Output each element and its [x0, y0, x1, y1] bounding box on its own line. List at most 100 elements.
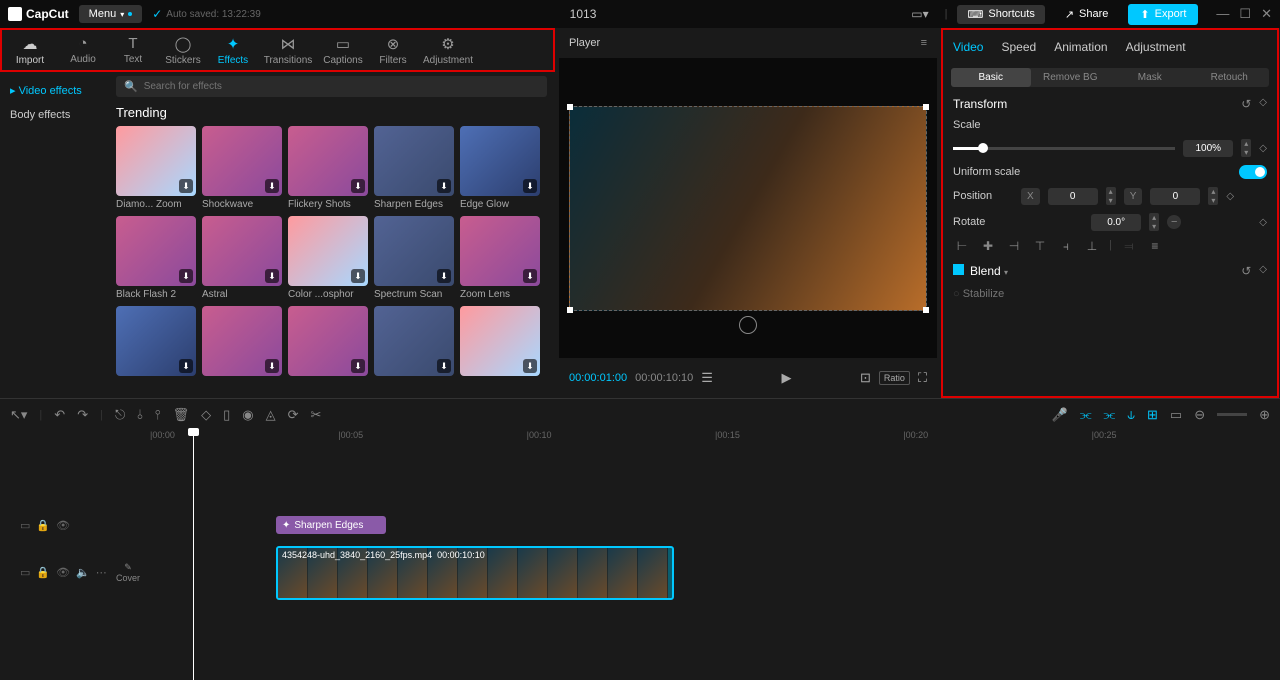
effect-item[interactable]: ⬇Sharpen Edges [374, 126, 454, 210]
preview-area[interactable] [559, 58, 937, 358]
share-button[interactable]: ↗Share [1055, 5, 1119, 24]
undo-icon[interactable]: ↶ [54, 407, 65, 423]
delete-icon[interactable]: 🗑 [173, 407, 190, 423]
tab-adjustment[interactable]: ⚙Adjustment [418, 30, 478, 70]
keyframe-icon[interactable]: ◇ [1226, 191, 1234, 202]
zoom-slider[interactable] [1217, 413, 1247, 416]
subtab-retouch[interactable]: Retouch [1190, 68, 1270, 87]
effect-item[interactable]: ⬇ [374, 306, 454, 379]
track-lock-icon[interactable]: 🔒 [36, 566, 50, 579]
align-center-v-icon[interactable]: ⫞ [1057, 239, 1075, 254]
track-group-icon[interactable]: ▭ [20, 519, 30, 532]
align-bottom-icon[interactable]: ⊥ [1083, 239, 1101, 254]
align-top-icon[interactable]: ⊤ [1031, 239, 1049, 254]
download-icon[interactable]: ⬇ [523, 359, 537, 373]
tab-effects[interactable]: ✦Effects [208, 30, 258, 70]
resize-handle[interactable] [567, 104, 573, 110]
align-center-h-icon[interactable]: ✚ [979, 239, 997, 254]
close-button[interactable]: ✕ [1261, 6, 1272, 22]
search-box[interactable]: 🔍 [116, 76, 547, 97]
subtab-remove-bg[interactable]: Remove BG [1031, 68, 1111, 87]
download-icon[interactable]: ⬇ [179, 269, 193, 283]
download-icon[interactable]: ⬇ [179, 179, 193, 193]
keyframe-icon[interactable]: ◇ [1259, 143, 1267, 154]
sidebar-body-effects[interactable]: Body effects [0, 103, 108, 127]
resize-handle[interactable] [567, 307, 573, 313]
keyframe-icon[interactable]: ◇ [1259, 264, 1267, 278]
resize-handle[interactable] [923, 307, 929, 313]
track-lock-icon[interactable]: 🔒 [36, 519, 50, 532]
link-icon[interactable]: ⫘ [1104, 407, 1116, 423]
effect-item[interactable]: ⬇Zoom Lens [460, 216, 540, 300]
sidebar-video-effects[interactable]: Video effects [0, 78, 108, 103]
download-icon[interactable]: ⬇ [351, 359, 365, 373]
tab-animation[interactable]: Animation [1054, 40, 1107, 54]
download-icon[interactable]: ⬇ [351, 269, 365, 283]
keyframe-icon[interactable]: ◇ [1259, 217, 1267, 228]
download-icon[interactable]: ⬇ [265, 179, 279, 193]
effect-item[interactable]: ⬇Astral [202, 216, 282, 300]
flip-h-icon[interactable]: ◬ [266, 407, 276, 423]
tab-filters[interactable]: ⊗Filters [368, 30, 418, 70]
tab-speed[interactable]: Speed [1001, 40, 1036, 54]
crop-tool-icon[interactable]: ✂ [310, 407, 321, 423]
download-icon[interactable]: ⬇ [437, 359, 451, 373]
playhead[interactable] [193, 430, 194, 680]
align-left-icon[interactable]: ⊢ [953, 239, 971, 254]
menu-button[interactable]: Menu▾ [79, 5, 143, 23]
track-visible-icon[interactable]: 👁 [56, 519, 70, 532]
mirror-icon[interactable]: ▯ [223, 407, 230, 423]
download-icon[interactable]: ⬇ [523, 179, 537, 193]
track-group-icon[interactable]: ▭ [20, 566, 30, 579]
download-icon[interactable]: ⬇ [179, 359, 193, 373]
uniform-scale-toggle[interactable] [1239, 165, 1267, 179]
scale-stepper[interactable]: ▴▾ [1241, 139, 1251, 157]
effect-item[interactable]: ⬇ [116, 306, 196, 379]
effect-clip[interactable]: ✦ Sharpen Edges [276, 516, 386, 534]
export-button[interactable]: ⬆Export [1128, 4, 1198, 25]
cover-button[interactable]: ✎ Cover [116, 562, 140, 583]
effect-item[interactable]: ⬇ [202, 306, 282, 379]
track-more-icon[interactable]: ⋯ [96, 566, 107, 579]
download-icon[interactable]: ⬇ [437, 179, 451, 193]
split-right-icon[interactable]: ⫯ [155, 407, 161, 423]
cursor-tool-icon[interactable]: ↖▾ [10, 407, 27, 423]
effect-item[interactable]: ⬇Diamo... Zoom [116, 126, 196, 210]
track-visible-icon[interactable]: 👁 [56, 566, 70, 579]
tab-captions[interactable]: ▭Captions [318, 30, 368, 70]
tab-adjustment[interactable]: Adjustment [1126, 40, 1186, 54]
crop-icon[interactable]: ◇ [201, 407, 211, 423]
position-x[interactable]: 0 [1048, 188, 1098, 205]
effect-item[interactable]: ⬇Edge Glow [460, 126, 540, 210]
download-icon[interactable]: ⬇ [265, 269, 279, 283]
tab-transitions[interactable]: ⋈Transitions [258, 30, 318, 70]
download-icon[interactable]: ⬇ [523, 269, 537, 283]
preview-icon[interactable]: ⊞ [1147, 407, 1158, 423]
project-title[interactable]: 1013 [570, 7, 597, 21]
search-input[interactable] [144, 81, 539, 92]
blend-header[interactable]: Blend ▾ ↺◇ [953, 264, 1267, 278]
effect-item[interactable]: ⬇Color ...osphor [288, 216, 368, 300]
tab-text[interactable]: TText [108, 30, 158, 70]
y-stepper[interactable]: ▴▾ [1208, 187, 1218, 205]
tab-video[interactable]: Video [953, 40, 983, 54]
layout-icon[interactable]: ▭▾ [905, 4, 934, 24]
snap-icon[interactable]: ⫝ [1127, 407, 1135, 423]
fullscreen-icon[interactable]: ⛶ [918, 370, 927, 386]
crop-icon[interactable]: ⊡ [860, 370, 871, 386]
effect-item[interactable]: ⬇Flickery Shots [288, 126, 368, 210]
transform-header[interactable]: Transform ↺◇ [953, 97, 1267, 111]
ratio-button[interactable]: Ratio [879, 371, 910, 385]
tab-audio[interactable]: ◔Audio [58, 30, 108, 70]
align-right-icon[interactable]: ⊣ [1005, 239, 1023, 254]
split-icon[interactable]: ⎋ [115, 407, 125, 423]
download-icon[interactable]: ⬇ [437, 269, 451, 283]
download-icon[interactable]: ⬇ [351, 179, 365, 193]
maximize-button[interactable]: ☐ [1239, 6, 1251, 22]
effect-item[interactable]: ⬇ [460, 306, 540, 379]
reset-icon[interactable]: ↺ [1241, 97, 1251, 111]
blend-checkbox[interactable] [953, 264, 964, 275]
split-left-icon[interactable]: ⫰ [137, 407, 143, 423]
scale-value[interactable]: 100% [1183, 140, 1233, 157]
zoom-out-icon[interactable]: ⊖ [1194, 407, 1205, 423]
